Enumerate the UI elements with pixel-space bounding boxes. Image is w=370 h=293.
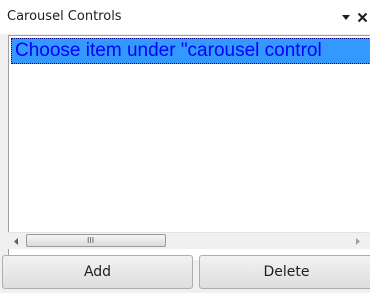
scroll-right-arrow-icon[interactable] <box>349 233 366 249</box>
carousel-item-list[interactable]: Choose item under "carousel control <box>8 35 370 260</box>
scrollbar-thumb[interactable]: III <box>26 234 166 247</box>
carousel-controls-panel: Carousel Controls Choose item under "car… <box>0 0 370 293</box>
panel-title: Carousel Controls <box>7 9 122 24</box>
delete-button[interactable]: Delete <box>199 255 370 289</box>
dropdown-triangle-icon[interactable] <box>339 10 353 24</box>
list-item-selected[interactable]: Choose item under "carousel control <box>11 38 370 64</box>
scroll-left-arrow-icon[interactable] <box>8 233 25 249</box>
scrollbar-grip: III <box>87 236 95 245</box>
add-button[interactable]: Add <box>2 255 193 289</box>
close-icon[interactable] <box>355 9 370 25</box>
panel-title-bar: Carousel Controls <box>0 0 370 34</box>
horizontal-scrollbar[interactable]: III <box>8 232 370 249</box>
list-item-label: Choose item under "carousel control <box>15 40 322 61</box>
